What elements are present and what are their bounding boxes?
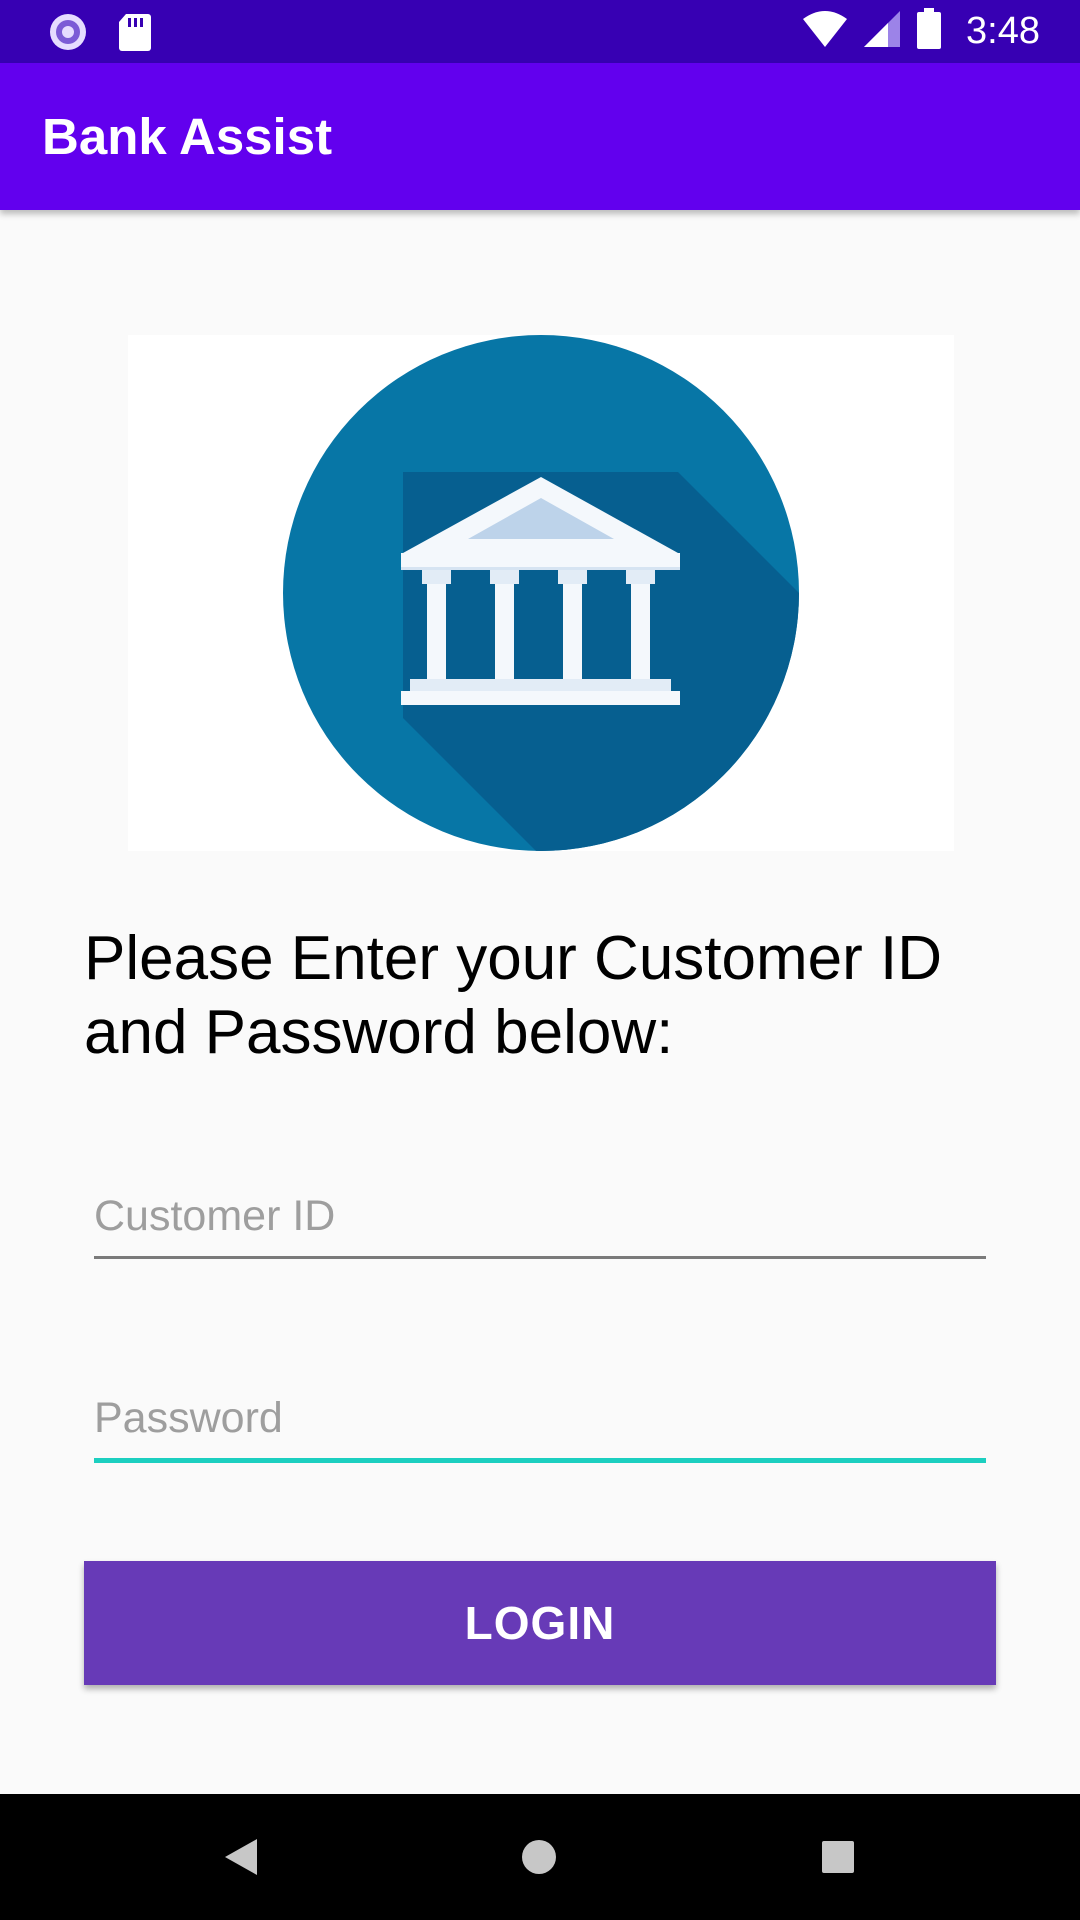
sd-card-icon (118, 12, 152, 57)
login-button[interactable]: LOGIN (84, 1561, 996, 1685)
status-time: 3:48 (966, 10, 1040, 52)
status-bar-left (48, 12, 152, 57)
app-bar: Bank Assist (0, 63, 1080, 210)
battery-icon (916, 8, 942, 55)
wifi-icon (802, 9, 848, 54)
navigation-bar (0, 1794, 1080, 1920)
customer-id-input[interactable] (94, 1176, 986, 1259)
back-icon[interactable] (208, 1824, 274, 1890)
app-title: Bank Assist (42, 108, 333, 165)
sync-icon (48, 12, 88, 57)
signal-icon (862, 9, 902, 54)
status-bar-right: 3:48 (802, 8, 1040, 55)
recents-icon[interactable] (805, 1824, 871, 1890)
bank-logo (128, 335, 954, 851)
home-icon[interactable] (506, 1824, 572, 1890)
status-bar: 3:48 (0, 0, 1080, 63)
login-instruction: Please Enter your Customer ID and Passwo… (84, 924, 943, 1067)
password-input[interactable] (94, 1378, 986, 1463)
bank-building-icon (283, 335, 799, 851)
